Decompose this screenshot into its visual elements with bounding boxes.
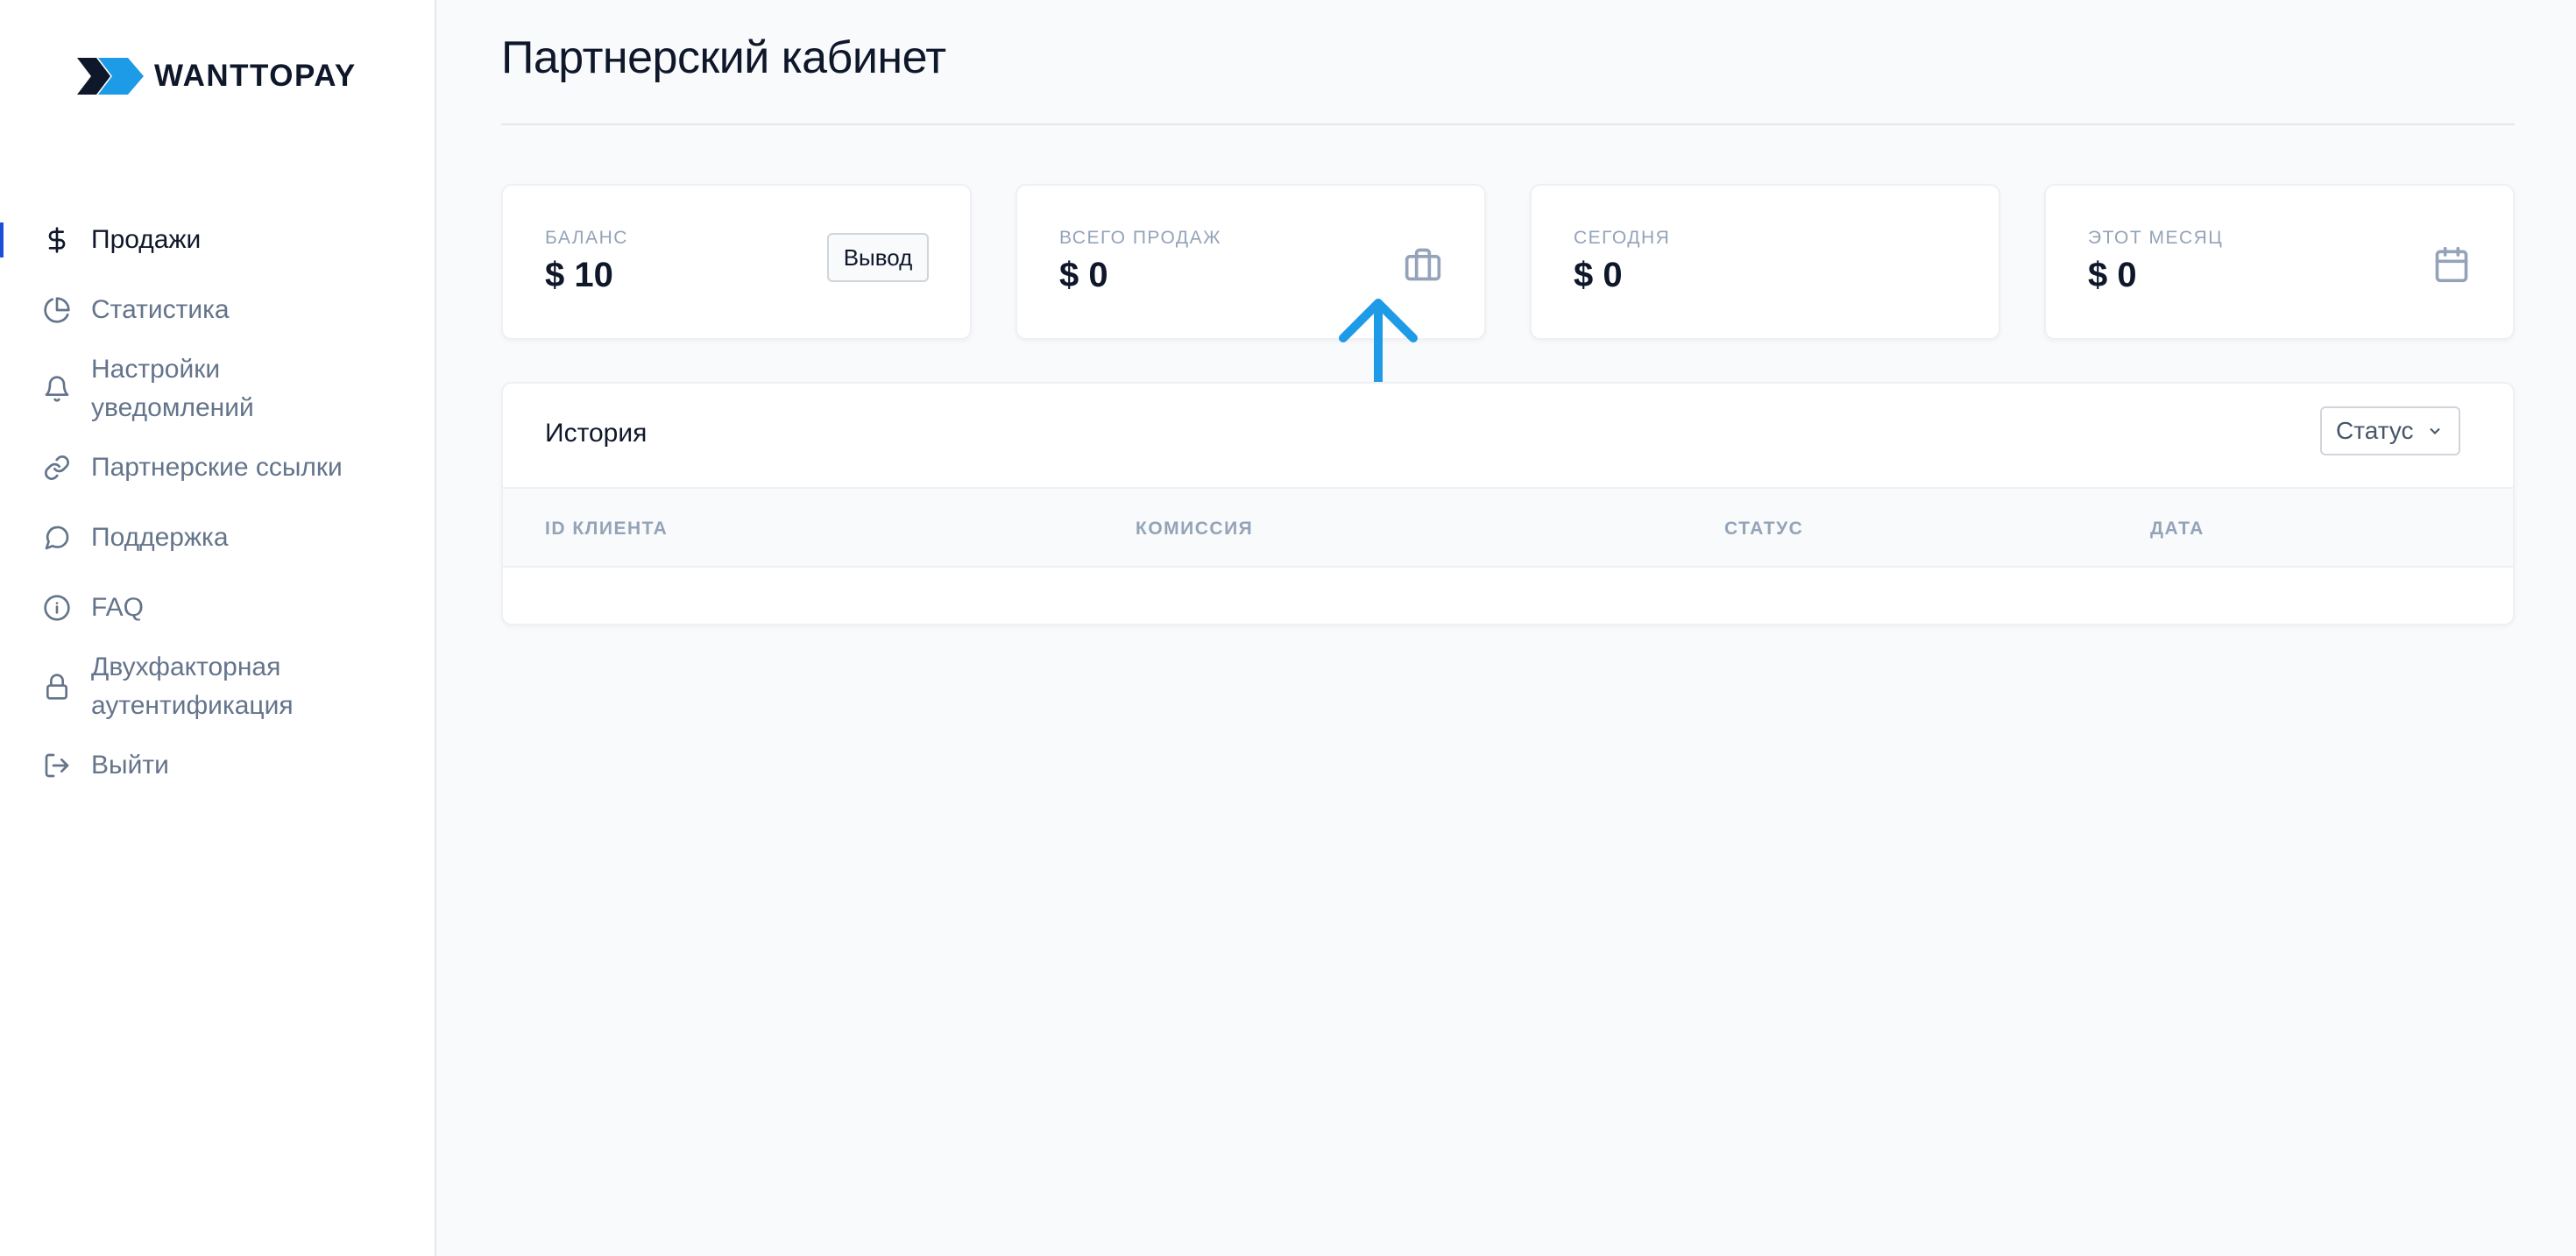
- card-value: $ 10: [545, 256, 613, 294]
- logo-icon: [77, 58, 144, 95]
- logout-icon: [42, 751, 72, 780]
- sidebar-item-label: Статистика: [91, 295, 230, 324]
- card-value: $ 0: [1059, 256, 1108, 294]
- sidebar-nav: Продажи Статистика Настройки уведомлений…: [0, 205, 435, 801]
- link-icon: [42, 453, 72, 483]
- history-panel: История Статус ID клиента Комиссия Стату…: [501, 382, 2515, 625]
- briefcase-icon: [1404, 245, 1442, 284]
- sidebar-item-label: Двухфакторная аутентификация: [91, 653, 294, 720]
- status-filter-value: Статус: [2336, 417, 2414, 444]
- sidebar-item-notification-settings[interactable]: Настройки уведомлений: [0, 345, 435, 433]
- card-value: $ 0: [2088, 256, 2137, 294]
- this-month-card: Этот месяц $ 0: [2044, 184, 2515, 340]
- chat-bubble-icon: [42, 523, 72, 553]
- sidebar-item-label: Партнерские ссылки: [91, 453, 343, 482]
- calendar-icon: [2432, 245, 2471, 284]
- title-divider: [501, 123, 2515, 125]
- card-label: Сегодня: [1574, 228, 1671, 248]
- history-table-header: ID клиента Комиссия Статус Дата: [503, 487, 2513, 568]
- status-filter-select[interactable]: Статус: [2320, 406, 2460, 455]
- lock-icon: [42, 672, 72, 702]
- bell-icon: [42, 374, 72, 404]
- history-title: История: [545, 419, 648, 448]
- logo-text: WANTTOPAY: [154, 59, 357, 93]
- card-label: Этот месяц: [2088, 228, 2224, 248]
- card-value: $ 0: [1574, 256, 1623, 294]
- logo[interactable]: WANTTOPAY: [77, 56, 357, 96]
- sidebar-item-sales[interactable]: Продажи: [0, 205, 435, 275]
- column-header-status[interactable]: Статус: [1724, 519, 1803, 540]
- stats-cards: Баланс $ 10 Вывод Всего продаж $ 0 Сегод…: [501, 184, 2515, 340]
- sidebar-item-label: Продажи: [91, 225, 202, 254]
- info-icon: [42, 593, 72, 623]
- sidebar-item-statistics[interactable]: Статистика: [0, 275, 435, 345]
- sidebar-item-partner-links[interactable]: Партнерские ссылки: [0, 433, 435, 503]
- sidebar-item-label: FAQ: [91, 593, 145, 622]
- dollar-icon: [42, 225, 72, 255]
- pie-chart-icon: [42, 295, 72, 325]
- column-header-date[interactable]: Дата: [2150, 519, 2204, 540]
- sidebar: WANTTOPAY Продажи Статистика Настройки у…: [0, 0, 436, 1256]
- sidebar-item-support[interactable]: Поддержка: [0, 503, 435, 573]
- column-header-client-id[interactable]: ID клиента: [545, 519, 668, 540]
- sidebar-item-label: Выйти: [91, 751, 169, 780]
- chevron-down-icon: [2429, 427, 2440, 434]
- sidebar-item-logout[interactable]: Выйти: [0, 730, 435, 801]
- card-label: Баланс: [545, 228, 628, 248]
- today-card: Сегодня $ 0: [1530, 184, 2000, 340]
- sidebar-item-label: Поддержка: [91, 523, 229, 552]
- sidebar-item-two-factor-auth[interactable]: Двухфакторная аутентификация: [0, 643, 435, 730]
- withdraw-button[interactable]: Вывод: [827, 233, 929, 282]
- sidebar-item-label: Настройки уведомлений: [91, 355, 254, 422]
- card-label: Всего продаж: [1059, 228, 1221, 248]
- balance-card: Баланс $ 10 Вывод: [501, 184, 972, 340]
- sidebar-item-faq[interactable]: FAQ: [0, 573, 435, 643]
- column-header-commission[interactable]: Комиссия: [1136, 519, 1253, 540]
- page-title: Партнерский кабинет: [501, 32, 946, 83]
